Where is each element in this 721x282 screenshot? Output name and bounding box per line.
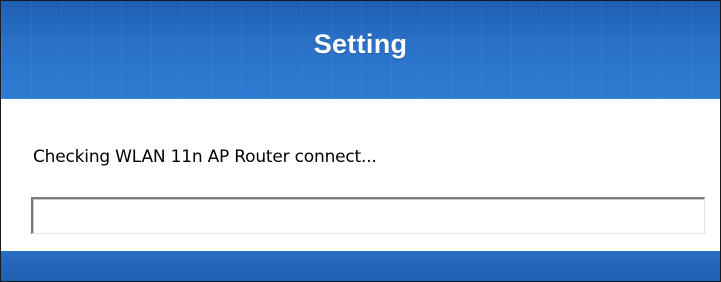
progress-bar [31,197,705,234]
dialog-footer [1,251,720,281]
setting-dialog: Setting Checking WLAN 11n AP Router conn… [0,0,721,282]
dialog-header: Setting [1,1,720,99]
status-message: Checking WLAN 11n AP Router connect... [33,147,377,167]
dialog-title: Setting [313,29,408,59]
